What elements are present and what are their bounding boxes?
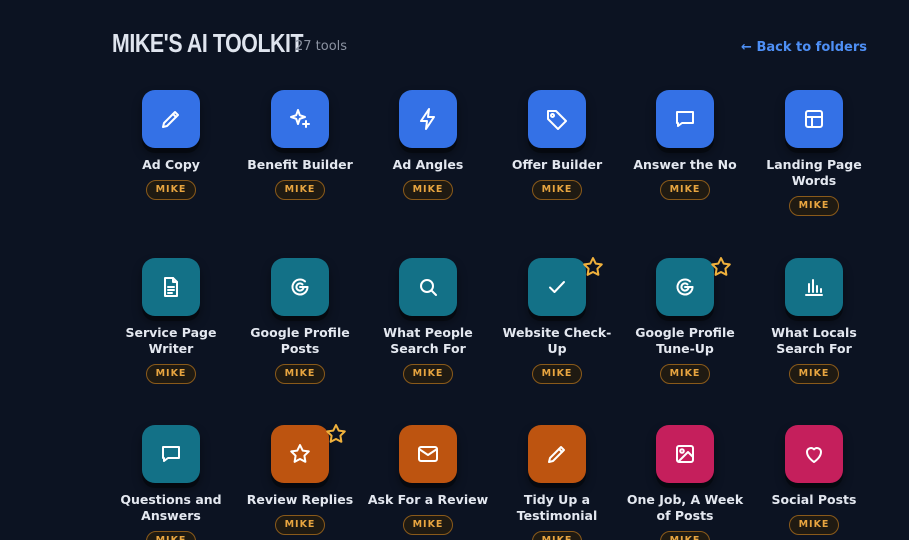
tool-card[interactable]: Google Profile Posts MIKE [236, 258, 364, 384]
tool-card[interactable]: Service Page Writer MIKE [107, 258, 235, 384]
owner-badge: MIKE [659, 364, 711, 384]
tool-count: 27 tools [295, 39, 348, 54]
tool-card[interactable]: Answer the No MIKE [621, 90, 749, 200]
tool-label: One Job, A Week of Posts [626, 492, 744, 523]
tool-card[interactable]: Tidy Up a Testimonial MIKE [493, 425, 621, 540]
owner-badge: MIKE [531, 180, 583, 200]
owner-badge: MIKE [145, 180, 197, 200]
google-icon [676, 278, 694, 296]
tool-label: Ad Angles [392, 157, 464, 172]
tool-icon-button[interactable] [271, 90, 329, 148]
tool-card[interactable]: Review Replies MIKE [236, 424, 364, 535]
layout-icon [805, 110, 823, 128]
owner-badge: MIKE [402, 515, 454, 535]
owner-badge: MIKE [788, 196, 840, 216]
tool-label: Ad Copy [142, 157, 200, 172]
pencil-icon [162, 111, 179, 128]
favorite-star-icon[interactable] [581, 255, 605, 279]
owner-badge: MIKE [274, 364, 326, 384]
page-title: MIKE'S AI TOOLKIT [112, 28, 304, 58]
owner-badge: MIKE [145, 364, 197, 384]
search-icon [420, 279, 437, 296]
tool-icon-button[interactable] [656, 257, 731, 316]
tag-icon [547, 110, 567, 130]
tool-icon-button[interactable] [271, 258, 329, 316]
tool-card[interactable]: What People Search For MIKE [364, 258, 492, 384]
tool-label: What Locals Search For [771, 325, 857, 356]
owner-badge: MIKE [788, 364, 840, 384]
tool-icon-button[interactable] [399, 425, 457, 483]
tool-icon-button[interactable] [785, 258, 843, 316]
owner-badge: MIKE [531, 364, 583, 384]
tool-icon-button[interactable] [271, 424, 346, 483]
owner-badge: MIKE [274, 180, 326, 200]
tool-card[interactable]: Ask For a Review MIKE [364, 425, 492, 535]
tool-card[interactable]: Social Posts MIKE [750, 425, 878, 535]
tool-label: Google Profile Posts [250, 325, 350, 356]
tool-label: Social Posts [771, 492, 857, 507]
tool-label: Benefit Builder [247, 157, 353, 172]
tool-icon-button[interactable] [785, 425, 843, 483]
document-icon [164, 277, 178, 297]
owner-badge: MIKE [402, 180, 454, 200]
google-icon [291, 278, 309, 296]
tool-label: Answer the No [633, 157, 737, 172]
back-to-folders-link[interactable]: ← Back to folders [741, 40, 867, 55]
tool-label: Questions and Answers [120, 492, 222, 523]
pencil-icon [548, 446, 565, 463]
tool-icon-button[interactable] [785, 90, 843, 148]
tool-label: Landing Page Words [766, 157, 862, 188]
image-icon [676, 445, 694, 463]
page-header: MIKE'S AI TOOLKIT 27 tools ← Back to fol… [112, 26, 867, 62]
lightning-icon [420, 108, 435, 130]
tool-icon-button[interactable] [528, 90, 586, 148]
bar-chart-icon [805, 279, 823, 296]
heart-icon [806, 447, 822, 463]
tool-card[interactable]: Benefit Builder MIKE [236, 90, 364, 200]
tool-label: What People Search For [383, 325, 473, 356]
tool-icon-button[interactable] [399, 258, 457, 316]
owner-badge: MIKE [531, 531, 583, 540]
tool-icon-button[interactable] [399, 90, 457, 148]
tool-icon-button[interactable] [656, 425, 714, 483]
favorite-star-icon[interactable] [324, 422, 348, 446]
tool-icon-button[interactable] [528, 425, 586, 483]
tool-label: Website Check-Up [502, 325, 612, 356]
owner-badge: MIKE [274, 515, 326, 535]
tool-icon-button[interactable] [142, 258, 200, 316]
tool-card[interactable]: Questions and Answers MIKE [107, 425, 235, 540]
star-icon [290, 444, 310, 463]
tool-label: Offer Builder [511, 157, 603, 172]
owner-badge: MIKE [145, 531, 197, 540]
tool-card[interactable]: Google Profile Tune-Up MIKE [621, 257, 749, 384]
owner-badge: MIKE [788, 515, 840, 535]
owner-badge: MIKE [659, 531, 711, 540]
tool-card[interactable]: Website Check-Up MIKE [493, 257, 621, 384]
tool-label: Review Replies [246, 492, 354, 507]
tool-card[interactable]: Ad Angles MIKE [364, 90, 492, 200]
tool-card[interactable]: Landing Page Words MIKE [750, 90, 878, 216]
tool-card[interactable]: Offer Builder MIKE [493, 90, 621, 200]
envelope-icon [418, 446, 438, 462]
tool-label: Ask For a Review [367, 492, 489, 507]
chat-bubble-icon [676, 111, 694, 127]
tool-icon-button[interactable] [142, 425, 200, 483]
tool-icon-button[interactable] [656, 90, 714, 148]
tool-icon-button[interactable] [528, 257, 603, 316]
tool-label: Service Page Writer [125, 325, 217, 356]
checkmark-icon [549, 281, 565, 293]
tool-label: Google Profile Tune-Up [635, 325, 735, 356]
tool-card[interactable]: What Locals Search For MIKE [750, 258, 878, 384]
sparkles-icon [290, 109, 310, 128]
tool-icon-button[interactable] [142, 90, 200, 148]
tool-card[interactable]: One Job, A Week of Posts MIKE [621, 425, 749, 540]
owner-badge: MIKE [659, 180, 711, 200]
favorite-star-icon[interactable] [709, 255, 733, 279]
tool-label: Tidy Up a Testimonial [516, 492, 598, 523]
owner-badge: MIKE [402, 364, 454, 384]
tool-card[interactable]: Ad Copy MIKE [107, 90, 235, 200]
chat-bubble-icon [162, 446, 180, 462]
